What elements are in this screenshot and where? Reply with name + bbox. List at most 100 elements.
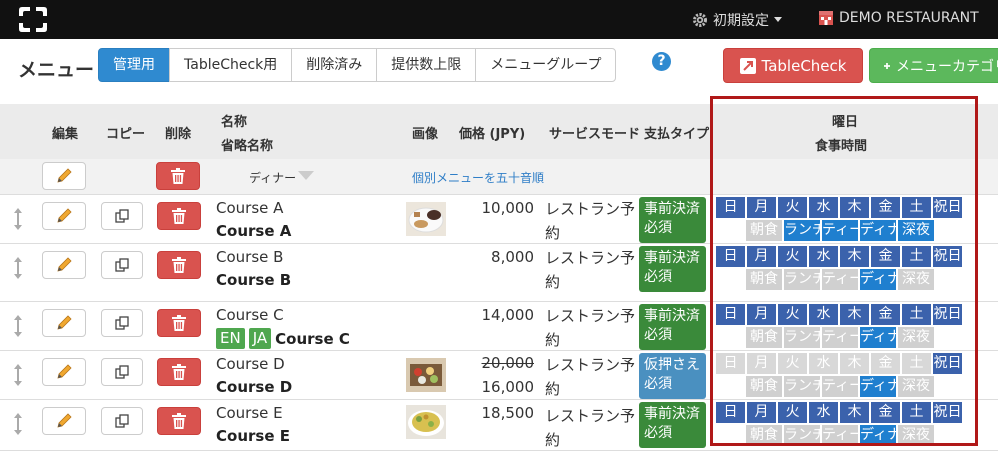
header-short-name[interactable]: 省略名称 [221, 135, 273, 154]
drag-handle[interactable] [12, 207, 24, 231]
weekday-toggle[interactable]: 木 [840, 246, 869, 267]
sort-alphabetical-link[interactable]: 個別メニューを五十音順 [412, 169, 545, 186]
weekday-toggle[interactable]: 祝日 [933, 197, 962, 218]
weekday-toggle[interactable]: 日 [716, 197, 745, 218]
tab-menu-group[interactable]: メニューグループ [475, 48, 617, 82]
weekday-toggle[interactable]: 月 [747, 353, 776, 374]
weekday-toggle[interactable]: 祝日 [933, 246, 962, 267]
weekday-toggle[interactable]: 祝日 [933, 353, 962, 374]
copy-button[interactable] [101, 251, 143, 279]
meal-time-toggle[interactable]: ディナ [860, 327, 896, 348]
meal-time-toggle[interactable]: ランチ [784, 327, 820, 348]
edit-button[interactable] [42, 251, 86, 279]
weekday-toggle[interactable]: 土 [902, 402, 931, 423]
add-menu-category-button[interactable]: メニューカテゴリ [869, 48, 998, 83]
weekday-toggle[interactable]: 土 [902, 353, 931, 374]
edit-button[interactable] [42, 407, 86, 435]
weekday-toggle[interactable]: 木 [840, 304, 869, 325]
weekday-toggle[interactable]: 火 [778, 304, 807, 325]
meal-time-toggle[interactable]: 深夜 [898, 376, 934, 397]
drag-handle[interactable] [12, 363, 24, 387]
drag-handle[interactable] [12, 314, 24, 338]
caret-down-icon[interactable] [298, 171, 314, 180]
meal-time-toggle[interactable]: ティー [822, 269, 858, 290]
menu-image[interactable] [406, 405, 446, 439]
drag-handle[interactable] [12, 256, 24, 280]
meal-time-toggle[interactable]: ティー [822, 220, 858, 241]
delete-button[interactable] [157, 202, 201, 230]
weekday-toggle[interactable]: 月 [747, 246, 776, 267]
meal-time-toggle[interactable]: ディナ [860, 269, 896, 290]
weekday-toggle[interactable]: 水 [809, 353, 838, 374]
tab-management[interactable]: 管理用 [98, 48, 170, 82]
weekday-toggle[interactable]: 土 [902, 246, 931, 267]
meal-time-toggle[interactable]: 朝食 [746, 425, 782, 446]
weekday-toggle[interactable]: 月 [747, 402, 776, 423]
weekday-toggle[interactable]: 日 [716, 353, 745, 374]
weekday-toggle[interactable]: 祝日 [933, 304, 962, 325]
weekday-toggle[interactable]: 月 [747, 197, 776, 218]
weekday-toggle[interactable]: 日 [716, 304, 745, 325]
copy-button[interactable] [101, 202, 143, 230]
weekday-toggle[interactable]: 月 [747, 304, 776, 325]
copy-button[interactable] [101, 309, 143, 337]
meal-time-toggle[interactable]: 朝食 [746, 269, 782, 290]
meal-time-toggle[interactable]: ティー [822, 327, 858, 348]
meal-time-toggle[interactable]: ランチ [784, 269, 820, 290]
tab-limit[interactable]: 提供数上限 [376, 48, 477, 82]
edit-category-button[interactable] [42, 162, 86, 190]
menu-image[interactable] [406, 358, 446, 392]
delete-category-button[interactable] [156, 162, 200, 190]
settings-menu[interactable]: 初期設定 [692, 10, 782, 30]
copy-button[interactable] [101, 358, 143, 386]
weekday-toggle[interactable]: 木 [840, 197, 869, 218]
help-icon[interactable]: ? [652, 52, 671, 71]
meal-time-toggle[interactable]: ティー [822, 425, 858, 446]
delete-button[interactable] [157, 407, 201, 435]
weekday-toggle[interactable]: 金 [871, 353, 900, 374]
tablecheck-button[interactable]: TableCheck [723, 48, 863, 83]
weekday-toggle[interactable]: 日 [716, 402, 745, 423]
weekday-toggle[interactable]: 水 [809, 402, 838, 423]
weekday-toggle[interactable]: 金 [871, 246, 900, 267]
weekday-toggle[interactable]: 水 [809, 304, 838, 325]
edit-button[interactable] [42, 309, 86, 337]
weekday-toggle[interactable]: 木 [840, 353, 869, 374]
meal-time-toggle[interactable]: 朝食 [746, 376, 782, 397]
edit-button[interactable] [42, 202, 86, 230]
weekday-toggle[interactable]: 土 [902, 197, 931, 218]
delete-button[interactable] [157, 309, 201, 337]
meal-time-toggle[interactable]: ディナ [860, 425, 896, 446]
weekday-toggle[interactable]: 水 [809, 246, 838, 267]
meal-time-toggle[interactable]: 朝食 [746, 220, 782, 241]
meal-time-toggle[interactable]: ティー [822, 376, 858, 397]
header-price[interactable]: 価格 (JPY) [459, 123, 525, 142]
menu-image[interactable] [406, 202, 446, 236]
meal-time-toggle[interactable]: 深夜 [898, 327, 934, 348]
meal-time-toggle[interactable]: 深夜 [898, 269, 934, 290]
weekday-toggle[interactable]: 金 [871, 402, 900, 423]
tablecheck-logo-icon[interactable] [18, 6, 48, 33]
weekday-toggle[interactable]: 金 [871, 304, 900, 325]
weekday-toggle[interactable]: 火 [778, 402, 807, 423]
copy-button[interactable] [101, 407, 143, 435]
tab-tablecheck[interactable]: TableCheck用 [169, 48, 293, 82]
meal-time-toggle[interactable]: ディナ [860, 220, 896, 241]
weekday-toggle[interactable]: 火 [778, 353, 807, 374]
delete-button[interactable] [157, 358, 201, 386]
edit-button[interactable] [42, 358, 86, 386]
weekday-toggle[interactable]: 土 [902, 304, 931, 325]
weekday-toggle[interactable]: 日 [716, 246, 745, 267]
meal-time-toggle[interactable]: ランチ [784, 220, 820, 241]
meal-time-toggle[interactable]: ディナ [860, 376, 896, 397]
meal-time-toggle[interactable]: 深夜 [898, 425, 934, 446]
restaurant-menu[interactable]: DEMO RESTAURANT [818, 10, 979, 26]
weekday-toggle[interactable]: 火 [778, 197, 807, 218]
meal-time-toggle[interactable]: 朝食 [746, 327, 782, 348]
meal-time-toggle[interactable]: ランチ [784, 376, 820, 397]
weekday-toggle[interactable]: 木 [840, 402, 869, 423]
meal-time-toggle[interactable]: ランチ [784, 425, 820, 446]
header-name[interactable]: 名称 [221, 111, 247, 130]
drag-handle[interactable] [12, 412, 24, 436]
delete-button[interactable] [157, 251, 201, 279]
